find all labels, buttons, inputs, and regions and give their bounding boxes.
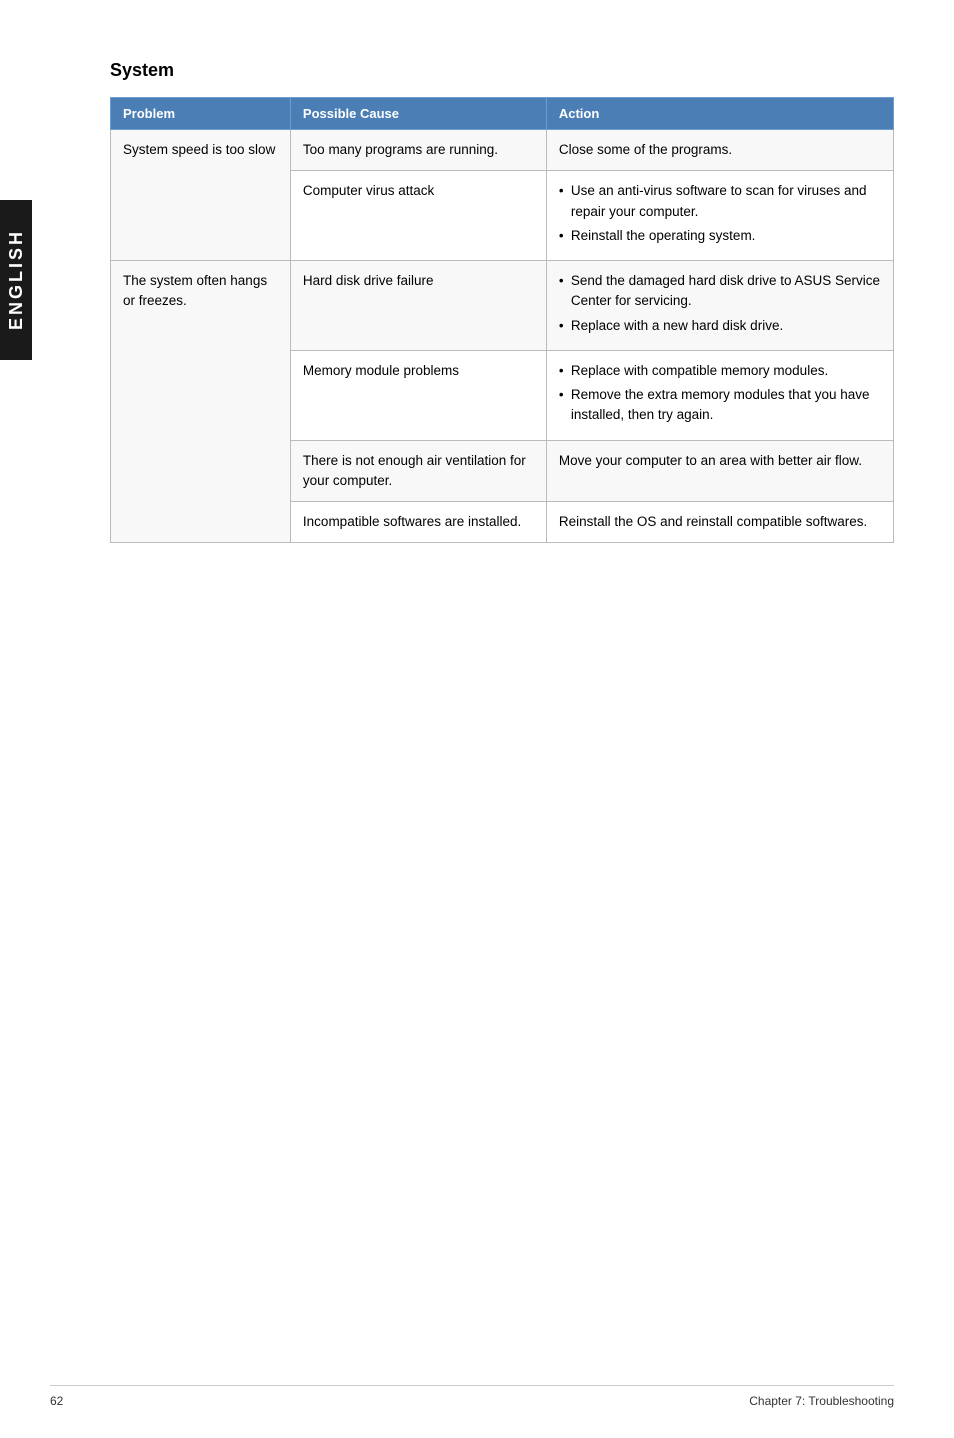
- problem-cell: System speed is too slow: [111, 130, 291, 261]
- table-row: System speed is too slowToo many program…: [111, 130, 894, 171]
- footer: 62 Chapter 7: Troubleshooting: [50, 1385, 894, 1408]
- action-cell: Close some of the programs.: [546, 130, 893, 171]
- action-bullet: Replace with a new hard disk drive.: [559, 316, 881, 336]
- action-bullet: Send the damaged hard disk drive to ASUS…: [559, 271, 881, 312]
- cause-cell: Incompatible softwares are installed.: [290, 502, 546, 543]
- action-bullet: Remove the extra memory modules that you…: [559, 385, 881, 426]
- problem-cell: The system often hangs or freezes.: [111, 261, 291, 543]
- footer-chapter-label: Chapter 7: Troubleshooting: [749, 1394, 894, 1408]
- cause-cell: Computer virus attack: [290, 171, 546, 261]
- action-cell: Reinstall the OS and reinstall compatibl…: [546, 502, 893, 543]
- cause-cell: Too many programs are running.: [290, 130, 546, 171]
- action-cell: Move your computer to an area with bette…: [546, 440, 893, 502]
- header-problem: Problem: [111, 98, 291, 130]
- action-bullet: Reinstall the operating system.: [559, 226, 881, 246]
- action-cell: Use an anti-virus software to scan for v…: [546, 171, 893, 261]
- main-content: System Problem Possible Cause Action Sys…: [50, 0, 954, 623]
- action-bullet: Use an anti-virus software to scan for v…: [559, 181, 881, 222]
- header-action: Action: [546, 98, 893, 130]
- header-possible-cause: Possible Cause: [290, 98, 546, 130]
- trouble-table: Problem Possible Cause Action System spe…: [110, 97, 894, 543]
- footer-page-number: 62: [50, 1394, 63, 1408]
- table-header-row: Problem Possible Cause Action: [111, 98, 894, 130]
- side-tab-label: ENGLISH: [6, 229, 27, 330]
- table-row: The system often hangs or freezes.Hard d…: [111, 261, 894, 351]
- section-title: System: [110, 60, 894, 81]
- action-cell: Send the damaged hard disk drive to ASUS…: [546, 261, 893, 351]
- action-bullet: Replace with compatible memory modules.: [559, 361, 881, 381]
- side-tab: ENGLISH: [0, 200, 32, 360]
- action-cell: Replace with compatible memory modules. R…: [546, 350, 893, 440]
- cause-cell: There is not enough air ventilation for …: [290, 440, 546, 502]
- cause-cell: Memory module problems: [290, 350, 546, 440]
- cause-cell: Hard disk drive failure: [290, 261, 546, 351]
